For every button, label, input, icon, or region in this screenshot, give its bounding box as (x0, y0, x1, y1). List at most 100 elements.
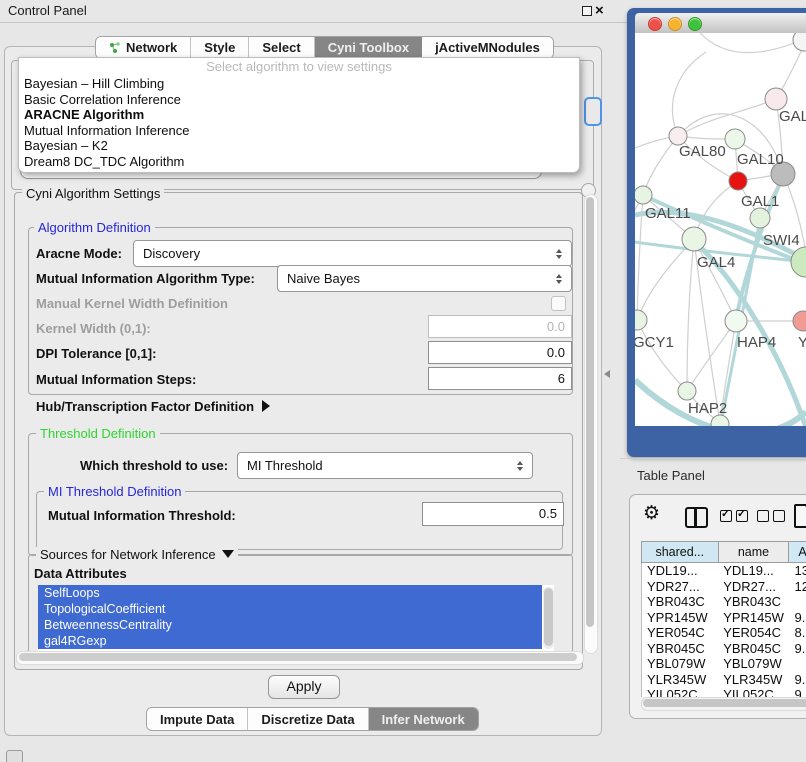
network-node[interactable] (750, 208, 770, 228)
manual-kernel-checkbox[interactable] (551, 296, 566, 311)
minimize-traffic-light[interactable] (668, 17, 682, 31)
network-node[interactable] (765, 88, 787, 110)
spinner-arrows-icon (551, 274, 567, 284)
network-node[interactable] (682, 227, 706, 251)
table-row[interactable]: YER054CYER054C8. (642, 625, 806, 641)
document-icon[interactable] (794, 504, 806, 528)
tab-infer-network[interactable]: Infer Network (369, 708, 478, 730)
settings-vertical-scrollbar[interactable] (584, 194, 598, 654)
checked-box-icon (720, 510, 732, 522)
tab-cyni-toolbox[interactable]: Cyni Toolbox (315, 37, 422, 58)
dropdown-item-selected[interactable]: ARACNE Algorithm (19, 107, 579, 123)
gear-icon[interactable]: ⚙ (643, 502, 660, 524)
which-threshold-combo[interactable]: MI Threshold (237, 452, 533, 479)
dropdown-item[interactable]: Dream8 DC_TDC Algorithm (19, 154, 579, 170)
dropdown-item[interactable]: Bayesian – K2 (19, 138, 579, 154)
unchecked-box-icon (757, 510, 769, 522)
focused-combo-fragment (584, 97, 602, 126)
network-icon (109, 42, 121, 54)
table-row[interactable]: YDR27...YDR27...12 (642, 579, 806, 595)
node-label: GAL4 (697, 254, 735, 271)
network-node[interactable] (725, 129, 745, 149)
network-edge[interactable] (678, 99, 776, 136)
splitter-collapse-arrow[interactable] (604, 370, 610, 378)
node-label: HAP2 (688, 400, 727, 417)
attributes-scrollbar[interactable] (543, 587, 554, 649)
mi-steps-field[interactable]: 6 (428, 367, 572, 390)
network-edge[interactable] (637, 320, 687, 391)
aracne-mode-combo[interactable]: Discovery (133, 240, 572, 267)
scrollbar-thumb[interactable] (19, 653, 577, 661)
network-window-titlebar[interactable] (635, 13, 806, 34)
mi-threshold-legend: MI Threshold Definition (44, 484, 185, 499)
table-horizontal-scrollbar[interactable] (641, 697, 806, 711)
tab-jactivemnodules[interactable]: jActiveMNodules (422, 37, 553, 58)
float-window-icon[interactable] (582, 6, 592, 16)
scrollbar-thumb[interactable] (586, 197, 594, 627)
close-traffic-light[interactable] (648, 17, 662, 31)
mi-threshold-label: Mutual Information Threshold: (48, 508, 236, 523)
column-header-shared-name[interactable]: shared... (641, 541, 719, 563)
table-row[interactable]: YLR345WYLR345W9. (642, 672, 806, 688)
table-row[interactable]: YBR043CYBR043C (642, 594, 806, 610)
cyni-settings-legend: Cyni Algorithm Settings (22, 186, 164, 201)
collapsed-arrow-icon (262, 400, 270, 412)
data-attributes-list: SelfLoops TopologicalCoefficient Between… (38, 585, 554, 652)
dropdown-item[interactable]: Basic Correlation Inference (19, 92, 579, 108)
network-edge[interactable] (637, 239, 694, 320)
select-all-columns-icon[interactable] (720, 510, 748, 522)
network-edge[interactable] (700, 33, 802, 53)
dropdown-item[interactable]: Bayesian – Hill Climbing (19, 76, 579, 92)
tab-impute-data[interactable]: Impute Data (147, 708, 248, 730)
network-node[interactable] (793, 33, 806, 51)
kernel-width-label: Kernel Width (0,1): (36, 321, 151, 336)
hub-definition-toggle[interactable]: Hub/Transcription Factor Definition (36, 399, 270, 414)
network-canvas[interactable]: GALGAL80GAL10GAL1GAL11SWI4GAL4GCY1HAP4YH… (635, 33, 806, 426)
zoom-traffic-light[interactable] (688, 17, 702, 31)
apply-button[interactable]: Apply (268, 675, 340, 699)
network-edge[interactable] (673, 52, 706, 136)
network-node[interactable] (635, 310, 647, 330)
deselect-all-columns-icon[interactable] (757, 510, 785, 522)
network-node[interactable] (793, 311, 806, 331)
algorithm-definition-legend: Algorithm Definition (34, 220, 155, 235)
network-node[interactable] (725, 310, 747, 332)
tab-discretize-data[interactable]: Discretize Data (248, 708, 368, 730)
mi-threshold-field[interactable]: 0.5 (422, 502, 564, 526)
dpi-tolerance-field[interactable]: 0.0 (428, 341, 572, 364)
table-row[interactable]: YBL079WYBL079W (642, 656, 806, 672)
node-table: shared... name A YDL19...YDL19...13 YDR2… (641, 541, 806, 697)
network-node[interactable] (635, 186, 652, 204)
dropdown-item[interactable]: Mutual Information Inference (19, 123, 579, 139)
control-panel-tabbar: Network Style Select Cyni Toolbox jActiv… (95, 36, 554, 59)
sources-legend[interactable]: Sources for Network Inference (36, 547, 238, 562)
columns-icon[interactable] (685, 507, 708, 528)
spinner-arrows-icon (512, 461, 528, 471)
tab-select[interactable]: Select (249, 37, 314, 58)
network-edge[interactable] (687, 239, 694, 391)
network-window[interactable]: GALGAL80GAL10GAL1GAL11SWI4GAL4GCY1HAP4YH… (627, 8, 806, 457)
table-row[interactable]: YDL19...YDL19...13 (642, 563, 806, 579)
mi-type-label: Mutual Information Algorithm Type: (36, 271, 255, 286)
tab-network[interactable]: Network (96, 37, 191, 58)
network-edge[interactable] (643, 136, 678, 195)
attribute-item-selected[interactable]: gal4RGexp (38, 633, 542, 649)
close-icon[interactable]: × (595, 0, 604, 22)
attribute-item-selected[interactable]: SelfLoops (38, 585, 542, 601)
table-row[interactable]: YBR045CYBR045C9. (642, 641, 806, 657)
attribute-item-selected[interactable]: BetweennessCentrality (38, 617, 542, 633)
kernel-width-field[interactable]: 0.0 (428, 315, 572, 338)
table-row[interactable]: YPR145WYPR145W9. (642, 610, 806, 626)
settings-horizontal-scrollbar[interactable] (16, 651, 584, 665)
tab-style[interactable]: Style (191, 37, 249, 58)
collapsed-mini-tab[interactable] (6, 750, 23, 762)
attribute-item-selected[interactable]: TopologicalCoefficient (38, 601, 542, 617)
network-node[interactable] (729, 172, 747, 190)
column-header-name[interactable]: name (719, 541, 790, 563)
scrollbar-thumb[interactable] (643, 699, 806, 707)
column-header-clipped[interactable]: A (789, 541, 806, 563)
mi-type-combo[interactable]: Naive Bayes (277, 265, 572, 292)
table-row[interactable]: YIL052CYIL052C9 (642, 687, 806, 697)
dpi-tolerance-label: DPI Tolerance [0,1]: (36, 346, 156, 361)
network-node[interactable] (678, 382, 696, 400)
